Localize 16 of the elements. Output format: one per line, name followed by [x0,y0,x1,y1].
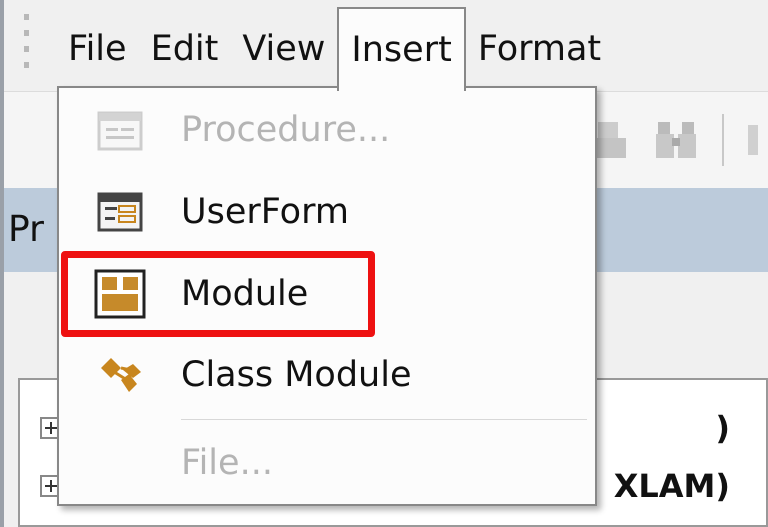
tree-item[interactable]: XLAM) [614,462,730,510]
binoculars-icon[interactable] [654,120,698,160]
menu-item[interactable]: Format [466,7,614,91]
menu-option[interactable]: Class Module [59,335,595,416]
menu-item[interactable]: File [56,7,139,91]
menu-option[interactable]: UserForm [59,172,595,253]
menu-item[interactable]: Edit [138,7,230,91]
menu-option[interactable]: Module [59,258,357,330]
module-icon [94,269,146,319]
tree-item[interactable]: ) [715,404,730,452]
menu-item[interactable]: Insert [337,7,466,91]
menu-item[interactable]: View [230,7,338,91]
panel-title: Pr [8,208,44,252]
form-icon [97,110,143,151]
grip-icon [24,14,30,70]
form-icon [97,192,143,232]
